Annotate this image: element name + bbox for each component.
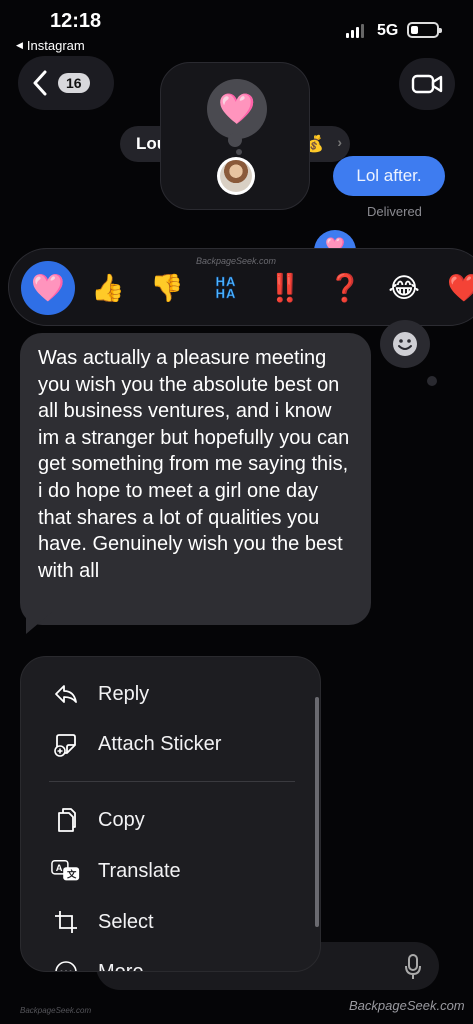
thumbs-up-icon: 👍 xyxy=(91,273,125,303)
pink-heart-icon: 🩷 xyxy=(218,92,256,126)
more-icon xyxy=(51,957,81,971)
reply-icon xyxy=(51,679,81,709)
svg-text:A: A xyxy=(56,863,63,873)
back-app-label: Instagram xyxy=(26,38,85,53)
menu-item-label: More... xyxy=(98,960,161,972)
menu-item-label: Attach Sticker xyxy=(98,732,222,755)
menu-item-select[interactable]: Select xyxy=(21,899,320,945)
back-button[interactable]: 16 xyxy=(18,56,114,110)
pink-heart-icon: 🩷 xyxy=(31,273,65,303)
video-call-button[interactable] xyxy=(399,58,455,110)
reaction-laughing[interactable]: 😂 xyxy=(377,261,431,315)
menu-item-label: Reply xyxy=(98,682,150,705)
chevron-right-icon: › xyxy=(337,134,342,150)
sent-message-bubble[interactable]: Lol after. xyxy=(333,156,445,196)
crop-icon xyxy=(51,907,81,937)
watermark: BackpageSeek.com xyxy=(349,998,465,1013)
menu-item-label: Select xyxy=(98,910,154,933)
menu-item-copy[interactable]: Copy xyxy=(21,797,320,843)
watermark: BackpageSeek.com xyxy=(196,256,277,266)
menu-item-reply[interactable]: Reply xyxy=(21,671,320,717)
video-camera-icon xyxy=(411,74,443,94)
chevron-left-icon xyxy=(33,70,47,96)
received-message-bubble[interactable]: Was actually a pleasure meeting you wish… xyxy=(20,333,371,625)
back-to-app-link[interactable]: ◀ Instagram xyxy=(16,38,85,53)
double-exclamation-icon: ‼️ xyxy=(268,273,302,303)
menu-scrollbar[interactable] xyxy=(315,697,319,927)
avatar xyxy=(217,157,255,195)
haha-icon: HA HA xyxy=(215,274,237,301)
reaction-thumbs-down[interactable]: 👎 xyxy=(140,261,194,315)
microphone-icon[interactable] xyxy=(404,954,422,980)
translate-icon: A文 xyxy=(51,856,81,886)
reaction-red-heart[interactable]: ❤️ xyxy=(437,261,473,315)
more-reactions-button[interactable] xyxy=(380,320,430,368)
reaction-question[interactable]: ❓ xyxy=(318,261,372,315)
menu-item-label: Translate xyxy=(98,859,181,882)
svg-text:文: 文 xyxy=(66,869,77,881)
signal-icon xyxy=(346,24,364,38)
battery-icon xyxy=(407,22,442,38)
copy-icon xyxy=(51,805,81,835)
back-triangle-icon: ◀ xyxy=(16,40,23,50)
reaction-exclamation[interactable]: ‼️ xyxy=(258,261,312,315)
reaction-preview-bubble: 🩷 xyxy=(207,79,267,139)
watermark: BackpageSeek.com xyxy=(20,1006,92,1015)
reaction-preview-card: 🩷 xyxy=(160,62,310,210)
question-mark-icon: ❓ xyxy=(328,273,362,303)
network-label: 5G xyxy=(377,22,399,39)
menu-item-more[interactable]: More... xyxy=(21,949,320,972)
laughing-face-icon: 😂 xyxy=(388,272,420,303)
reaction-pink-heart[interactable]: 🩷 xyxy=(21,261,75,315)
delivered-status: Delivered xyxy=(367,204,422,219)
menu-item-translate[interactable]: A文 Translate xyxy=(21,848,320,894)
menu-item-label: Copy xyxy=(98,808,145,831)
red-heart-icon: ❤️ xyxy=(447,272,473,304)
context-menu: Reply Attach Sticker Copy A文 Translate S… xyxy=(20,656,321,972)
smiley-icon xyxy=(393,332,417,356)
reaction-thumbs-up[interactable]: 👍 xyxy=(81,261,135,315)
reaction-haha[interactable]: HA HA xyxy=(199,261,253,315)
menu-item-attach-sticker[interactable]: Attach Sticker xyxy=(21,721,320,767)
unread-badge: 16 xyxy=(58,73,90,93)
status-time: 12:18 xyxy=(50,10,102,32)
thumbs-down-icon: 👎 xyxy=(150,273,184,303)
menu-divider xyxy=(49,781,295,782)
sticker-icon xyxy=(51,729,81,759)
